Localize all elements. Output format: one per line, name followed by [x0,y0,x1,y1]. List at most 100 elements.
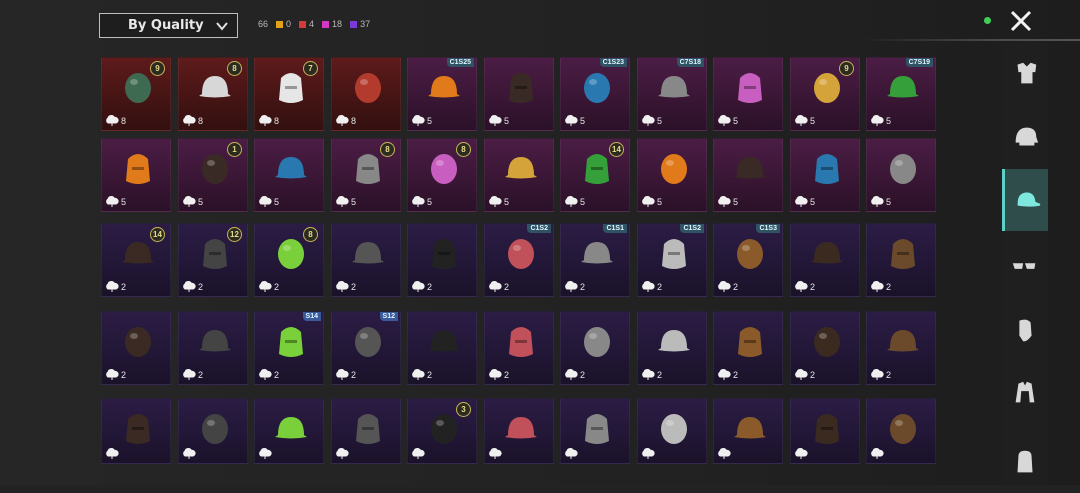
category-tab-outfit[interactable] [1002,43,1048,105]
level-badge: 14 [609,142,624,157]
item-quantity: 2 [564,369,585,380]
grey-hair-icon [428,76,460,98]
item-tile[interactable]: C1S23 5 [560,57,630,131]
item-quantity: 2 [794,281,815,292]
item-tile[interactable] [101,398,171,464]
item-tile[interactable]: S14 2 [254,311,324,385]
quantity-value: 5 [504,196,510,207]
quantity-value: 2 [351,281,357,292]
item-tile[interactable]: 5 [637,138,707,212]
item-tile[interactable]: 5 [101,138,171,212]
shard-icon [412,369,425,380]
item-tile[interactable]: 5 [866,138,936,212]
item-tile[interactable]: 85 [407,138,477,212]
item-tile[interactable]: 2 [790,311,860,385]
item-tile[interactable]: C1S25 5 [407,57,477,131]
item-tile[interactable]: 2 [637,311,707,385]
item-tile[interactable]: C7S19 5 [866,57,936,131]
item-tile[interactable]: 5 [484,138,554,212]
quantity-value: 5 [121,196,127,207]
item-tile[interactable]: C1S2 2 [637,223,707,297]
item-quantity: 5 [641,115,662,126]
item-tile[interactable]: 5 [713,138,783,212]
shark-head-icon [275,417,307,439]
item-tile[interactable] [178,398,248,464]
item-tile[interactable]: 2 [790,223,860,297]
item-tile[interactable]: 78 [254,57,324,131]
shard-icon [183,115,196,126]
item-tile[interactable] [560,398,630,464]
quantity-value: 2 [274,369,280,380]
close-icon[interactable] [1006,6,1036,36]
category-tab-hats[interactable] [1002,169,1048,231]
item-quantity: 2 [641,369,662,380]
item-tile[interactable]: C7S18 5 [637,57,707,131]
category-tab-backpack[interactable] [1002,431,1048,493]
item-quantity [258,448,274,459]
item-tile[interactable]: 5 [254,138,324,212]
shard-icon [489,281,502,292]
shard-icon [565,281,578,292]
monster-mask-icon [275,157,307,179]
item-tile[interactable] [254,398,324,464]
item-quantity: 5 [105,196,126,207]
shard-icon [795,448,808,459]
item-tile[interactable]: 2 [178,311,248,385]
sort-dropdown[interactable]: By Quality [99,13,238,38]
item-tile[interactable] [484,398,554,464]
item-tile[interactable]: 2 [331,223,401,297]
quantity-value: 5 [580,196,586,207]
item-tile[interactable]: 2 [484,311,554,385]
item-tile[interactable]: 2 [101,311,171,385]
cake-hat-icon [505,417,537,439]
category-tab-eyewear[interactable] [1002,236,1048,298]
item-tile[interactable]: C1S1 2 [560,223,630,297]
item-tile[interactable] [790,398,860,464]
item-tile[interactable]: 15 [178,138,248,212]
item-tile[interactable]: 88 [178,57,248,131]
season-badge: C1S3 [756,224,780,233]
item-tile[interactable]: 82 [254,223,324,297]
category-tab-headwear[interactable] [1002,106,1048,168]
item-tile[interactable]: 95 [790,57,860,131]
item-tile[interactable] [866,398,936,464]
white-hat-icon [890,154,916,184]
item-tile[interactable]: 2 [866,311,936,385]
knight-helmet-icon [279,327,303,357]
item-tile[interactable]: C1S2 2 [484,223,554,297]
shard-icon [718,115,731,126]
quantity-value: 2 [810,281,816,292]
quantity-value: 2 [886,369,892,380]
item-tile[interactable]: 5 [790,138,860,212]
item-tile[interactable]: 14 5 [560,138,630,212]
item-tile[interactable]: 3 [407,398,477,464]
item-tile[interactable]: 98 [101,57,171,131]
item-tile[interactable]: C1S3 2 [713,223,783,297]
item-tile[interactable]: 2 [560,311,630,385]
mirror-headband-icon [661,414,687,444]
item-tile[interactable]: 12 2 [178,223,248,297]
item-quantity: 2 [411,369,432,380]
item-tile[interactable]: 5 [713,57,783,131]
item-tile[interactable]: 8 [331,57,401,131]
category-tab-top[interactable] [1002,362,1048,424]
backpack-icon [1017,450,1033,473]
item-tile[interactable]: 2 [407,223,477,297]
quantity-value: 2 [886,281,892,292]
item-tile[interactable]: S12 2 [331,311,401,385]
item-tile[interactable]: 14 2 [101,223,171,297]
item-tile[interactable] [637,398,707,464]
shard-icon [565,115,578,126]
item-tile[interactable] [331,398,401,464]
item-tile[interactable]: 2 [713,311,783,385]
category-tab-mask[interactable] [1002,299,1048,361]
quantity-value: 5 [351,196,357,207]
quantity-value: 2 [427,369,433,380]
item-tile[interactable]: 5 [484,57,554,131]
quantity-value: 2 [198,281,204,292]
item-tile[interactable]: 85 [331,138,401,212]
gas-mask-icon [584,73,610,103]
item-tile[interactable] [713,398,783,464]
item-tile[interactable]: 2 [407,311,477,385]
item-tile[interactable]: 2 [866,223,936,297]
